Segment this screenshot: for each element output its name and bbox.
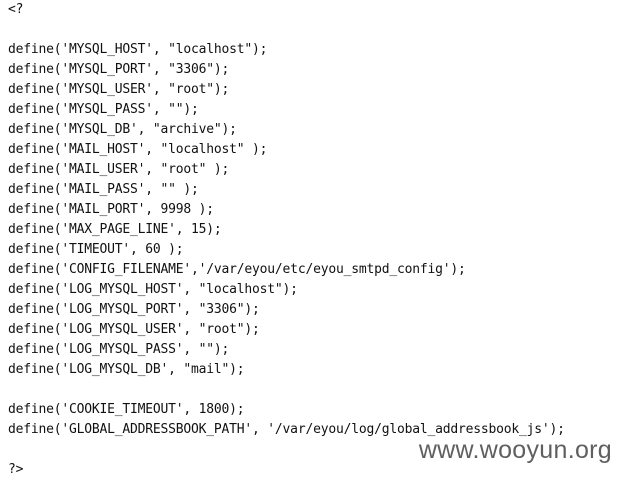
code-line-12: define('MAX_PAGE_LINE', 15); [8, 222, 222, 237]
watermark: www.wooyun.org [418, 436, 612, 464]
code-line-11: define('MAIL_PORT', 9998 ); [8, 202, 214, 217]
code-line-16: define('LOG_MYSQL_PORT', "3306"); [8, 302, 260, 317]
code-line-13: define('TIMEOUT', 60 ); [8, 242, 184, 257]
code-line-17: define('LOG_MYSQL_USER', "root"); [8, 322, 260, 337]
code-line-8: define('MAIL_HOST', "localhost" ); [8, 142, 268, 157]
code-line-4: define('MYSQL_PORT', "3306"); [8, 62, 230, 77]
code-line-5: define('MYSQL_USER', "root"); [8, 82, 230, 97]
code-line-9: define('MAIL_USER', "root" ); [8, 162, 230, 177]
code-line-6: define('MYSQL_PASS', ""); [8, 102, 199, 117]
code-view: <? define('MYSQL_HOST', "localhost"); de… [8, 0, 614, 479]
code-line-7: define('MYSQL_DB', "archive"); [8, 122, 237, 137]
code-line-15: define('LOG_MYSQL_HOST', "localhost"); [8, 282, 298, 297]
code-line-18: define('LOG_MYSQL_PASS', ""); [8, 342, 230, 357]
code-line-19: define('LOG_MYSQL_DB', "mail"); [8, 362, 245, 377]
code-line-1: <? [8, 2, 24, 17]
code-line-3: define('MYSQL_HOST', "localhost"); [8, 42, 268, 57]
code-line-21: define('COOKIE_TIMEOUT', 1800); [8, 402, 245, 417]
code-line-10: define('MAIL_PASS', "" ); [8, 182, 199, 197]
code-line-14: define('CONFIG_FILENAME','/var/eyou/etc/… [8, 262, 466, 277]
